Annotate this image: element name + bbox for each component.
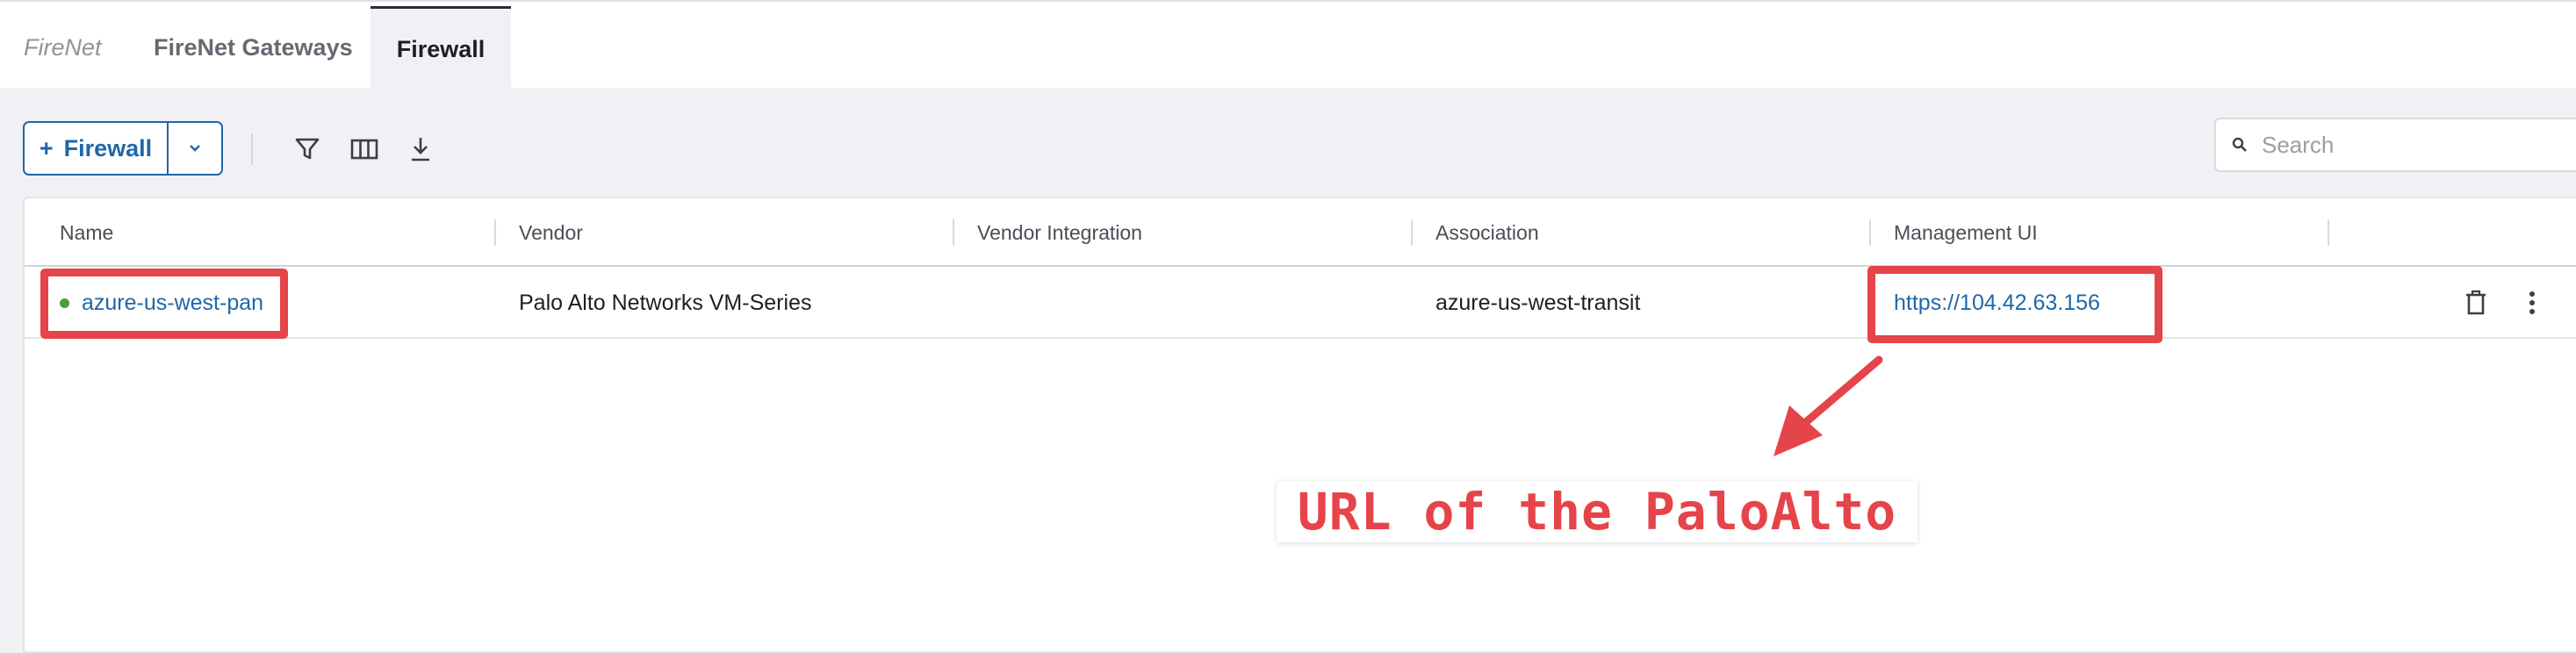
annotation-label: URL of the PaloAlto [1277, 481, 1918, 542]
annotation-arrow-icon [1774, 355, 1883, 456]
